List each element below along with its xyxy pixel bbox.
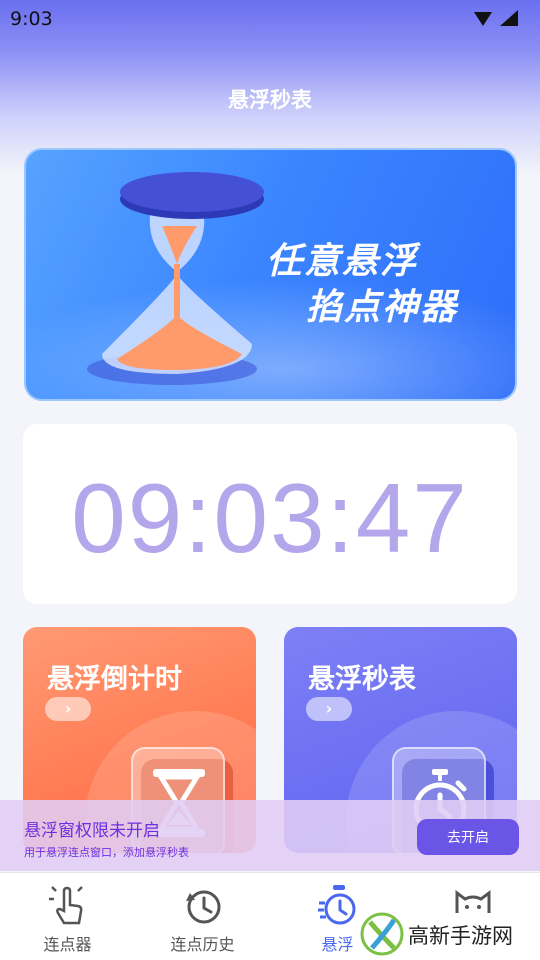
enable-permission-button[interactable]: 去开启 (417, 819, 519, 855)
hourglass-illustration (87, 172, 264, 385)
permission-title: 悬浮窗权限未开启 (24, 821, 160, 841)
tab-clicker[interactable]: 连点器 (0, 873, 135, 960)
tab-label: 连点器 (43, 935, 92, 954)
clock-display-card: 09:03:47 (23, 424, 517, 604)
tap-hand-icon (49, 883, 83, 925)
status-bar: 9:03 (0, 0, 540, 36)
banner-headline-1: 任意悬浮 (266, 241, 419, 282)
card-arrow-button[interactable]: › (306, 697, 352, 721)
promo-banner[interactable]: 任意悬浮 掐点神器 (24, 148, 517, 401)
history-icon (186, 890, 221, 924)
current-time-display: 09:03:47 (71, 463, 469, 573)
page-title: 悬浮秒表 (228, 88, 312, 112)
permission-banner: 悬浮窗权限未开启 用于悬浮连点窗口，添加悬浮秒表 去开启 (0, 800, 540, 871)
permission-subtitle: 用于悬浮连点窗口，添加悬浮秒表 (24, 846, 189, 859)
watermark-text: 高新手游网 (408, 924, 513, 948)
banner-headline-2: 掐点神器 (306, 287, 459, 328)
signal-wifi-icons (474, 10, 518, 26)
tab-label: 连点历史 (170, 935, 235, 954)
card-arrow-button[interactable]: › (45, 697, 91, 721)
site-watermark: 高新手游网 (360, 908, 530, 958)
card-title: 悬浮倒计时 (47, 664, 182, 695)
stopwatch-icon (318, 885, 356, 925)
status-time: 9:03 (10, 8, 53, 30)
card-title: 悬浮秒表 (308, 664, 416, 695)
tab-history[interactable]: 连点历史 (135, 873, 270, 960)
watermark-logo-icon (360, 912, 404, 956)
